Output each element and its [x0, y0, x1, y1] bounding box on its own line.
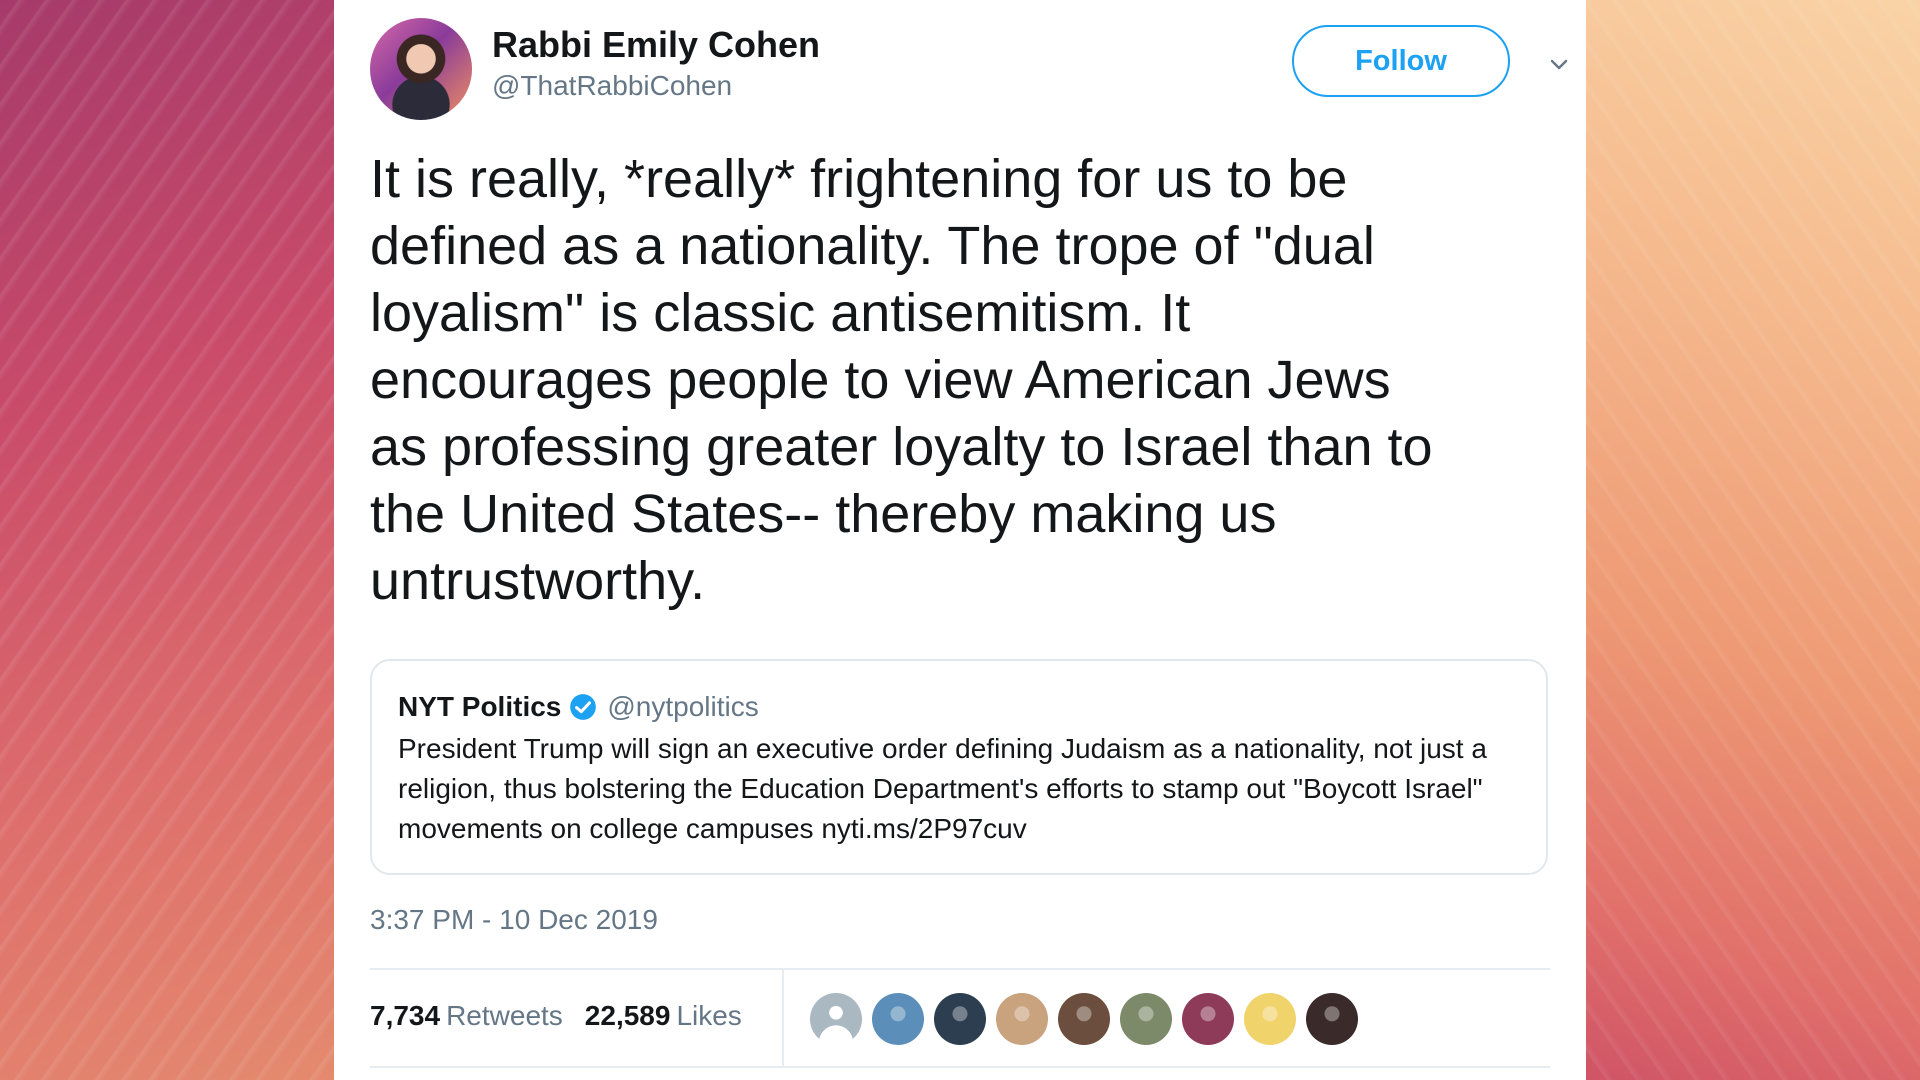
background-left-panel	[0, 0, 334, 1080]
likes-count: 22,589	[584, 1000, 671, 1031]
author-avatar[interactable]	[370, 18, 472, 120]
tweet-stats: 7,734 Retweets 22,589 Likes	[370, 1000, 742, 1032]
stats-separator	[782, 968, 784, 1066]
quoted-tweet[interactable]: NYT Politics @nytpolitics President Trum…	[370, 659, 1548, 875]
liker-avatar[interactable]	[996, 993, 1048, 1045]
liker-avatar[interactable]	[1182, 993, 1234, 1045]
tweet-timestamp[interactable]: 3:37 PM - 10 Dec 2019	[370, 904, 658, 936]
author-handle[interactable]: @ThatRabbiCohen	[492, 70, 732, 102]
quoted-tweet-header: NYT Politics @nytpolitics	[398, 691, 759, 723]
background: Rabbi Emily Cohen @ThatRabbiCohen Follow…	[0, 0, 1920, 1080]
stats-divider-bottom	[370, 1066, 1550, 1068]
background-right-panel	[1586, 0, 1920, 1080]
quoted-author-name: NYT Politics	[398, 691, 562, 722]
liker-avatars	[810, 993, 1358, 1045]
retweets-label: Retweets	[446, 1000, 563, 1031]
liker-avatar[interactable]	[1306, 993, 1358, 1045]
likes-stat[interactable]: 22,589 Likes	[585, 1000, 742, 1032]
default-avatar-icon[interactable]	[810, 993, 862, 1045]
tweet-header: Rabbi Emily Cohen @ThatRabbiCohen Follow	[370, 18, 1568, 122]
liker-avatar[interactable]	[1244, 993, 1296, 1045]
liker-avatar[interactable]	[1120, 993, 1172, 1045]
follow-button[interactable]: Follow	[1292, 25, 1510, 97]
liker-avatar[interactable]	[1058, 993, 1110, 1045]
retweets-count: 7,734	[370, 1000, 441, 1031]
author-name[interactable]: Rabbi Emily Cohen	[492, 24, 820, 66]
liker-avatar[interactable]	[934, 993, 986, 1045]
quoted-tweet-text: President Trump will sign an executive o…	[398, 733, 1487, 844]
likes-label: Likes	[676, 1000, 742, 1031]
verified-badge-icon	[570, 694, 597, 720]
stats-divider-top	[370, 968, 1550, 970]
tweet-text: It is really, *really* frightening for u…	[370, 149, 1433, 611]
retweets-stat[interactable]: 7,734 Retweets	[370, 1000, 563, 1032]
quoted-author-handle: @nytpolitics	[607, 691, 759, 722]
chevron-down-icon[interactable]	[1550, 56, 1568, 74]
tweet-card: Rabbi Emily Cohen @ThatRabbiCohen Follow…	[334, 0, 1586, 1080]
liker-avatar[interactable]	[872, 993, 924, 1045]
